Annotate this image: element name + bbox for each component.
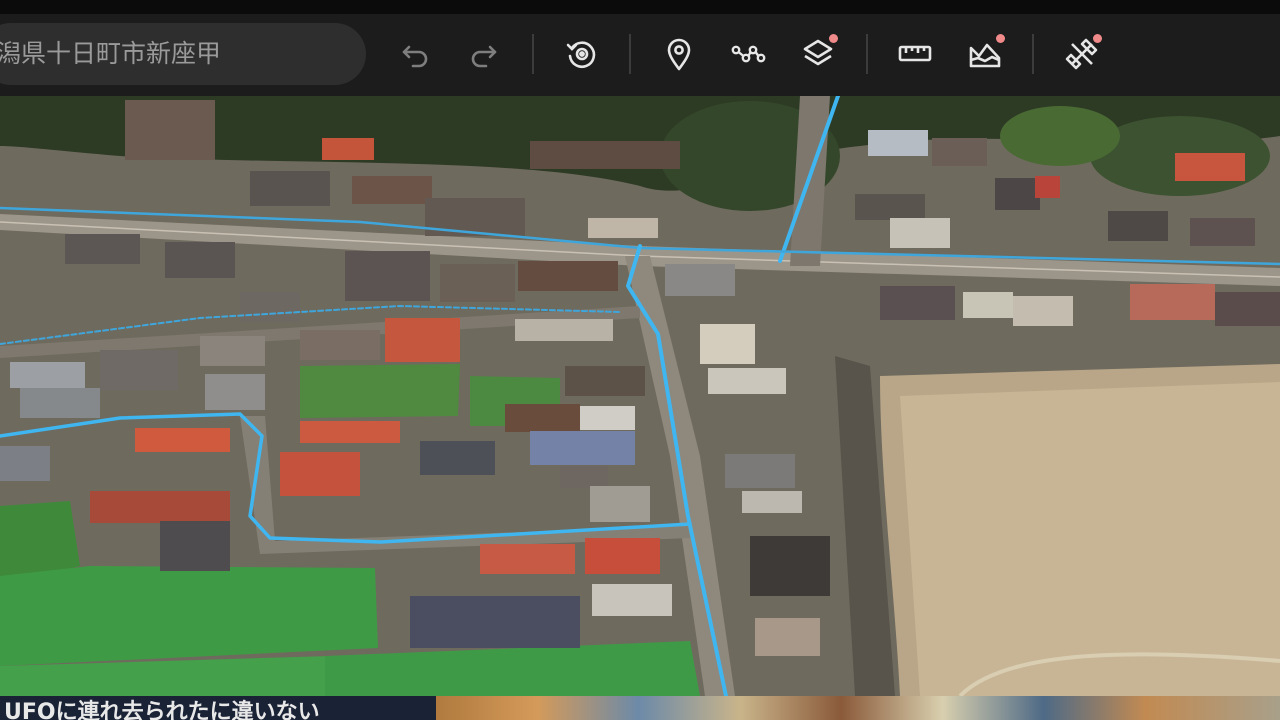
- replay-button[interactable]: [560, 32, 604, 76]
- thumbnail-collage: [436, 696, 1280, 720]
- redo-icon: [471, 45, 497, 68]
- caption-banner: UFOに連れ去られたに違いない: [0, 696, 436, 720]
- undo-button[interactable]: [393, 32, 437, 76]
- tree-cluster: [1000, 106, 1120, 166]
- toolbar-divider: [1032, 34, 1034, 74]
- draw-path-button[interactable]: [726, 32, 770, 76]
- layers-badge: [829, 34, 838, 43]
- terrain-button[interactable]: [963, 32, 1007, 76]
- terrain-badge: [996, 34, 1005, 43]
- ruler-icon: [898, 45, 932, 62]
- toolbar-divider: [532, 34, 534, 74]
- path-icon: [731, 45, 766, 63]
- tools-badge: [1093, 34, 1102, 43]
- toolbar-divider: [629, 34, 631, 74]
- search-field[interactable]: 潟県十日町市新座甲: [0, 23, 366, 85]
- layers-button[interactable]: [796, 32, 840, 76]
- tools-button[interactable]: [1060, 32, 1104, 76]
- measure-button[interactable]: [893, 32, 937, 76]
- redo-button[interactable]: [462, 32, 506, 76]
- satellite-map-view[interactable]: [0, 96, 1280, 696]
- add-placemark-button[interactable]: [657, 32, 701, 76]
- map-toolbar: 潟県十日町市新座甲: [0, 14, 1280, 96]
- video-bottom-strip: UFOに連れ去られたに違いない: [0, 696, 1280, 720]
- undo-icon: [402, 45, 428, 68]
- field: [300, 364, 460, 418]
- toolbar-divider: [866, 34, 868, 74]
- replay-icon: [566, 41, 596, 69]
- location-pin-icon: [667, 38, 691, 71]
- map-canvas[interactable]: [0, 96, 1280, 696]
- school-ground-inner: [900, 382, 1280, 696]
- window-top-strip: [0, 0, 1280, 14]
